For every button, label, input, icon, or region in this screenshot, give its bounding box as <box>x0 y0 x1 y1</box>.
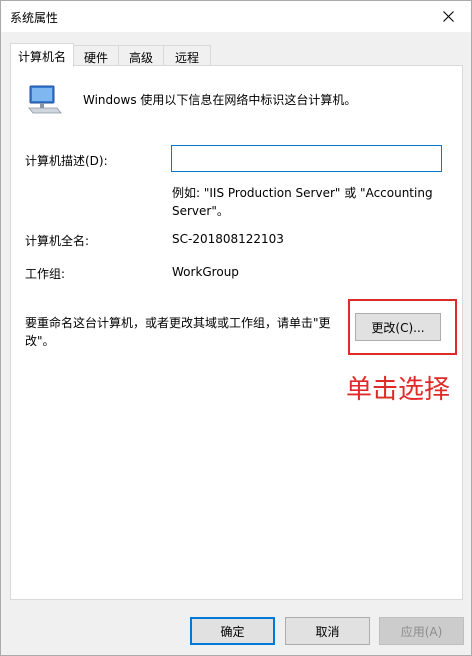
workgroup-label: 工作组: <box>25 267 66 281</box>
example-text-line1: 例如: "IIS Production Server" 或 "Accountin… <box>172 186 433 200</box>
dialog-footer: 确定 取消 应用(A) <box>1 601 471 655</box>
close-button[interactable] <box>425 1 471 32</box>
tab-advanced[interactable]: 高级 <box>118 45 164 66</box>
apply-button[interactable]: 应用(A) <box>379 617 464 645</box>
computer-icon <box>28 85 62 114</box>
cancel-button[interactable]: 取消 <box>285 617 370 645</box>
workgroup-value: WorkGroup <box>172 265 239 279</box>
full-name-value: SC-201808122103 <box>172 232 284 246</box>
computer-description-input[interactable] <box>171 145 442 172</box>
rename-instructions-line1: 要重命名这台计算机，或者更改其域或工作组，请单击"更 <box>25 316 331 330</box>
computer-description-label: 计算机描述(D): <box>25 154 108 168</box>
full-name-label: 计算机全名: <box>25 234 90 248</box>
title-bar: 系统属性 <box>1 1 471 32</box>
tab-remote[interactable]: 远程 <box>163 45 211 66</box>
ok-button[interactable]: 确定 <box>190 617 275 645</box>
annotation-text: 单击选择 <box>346 375 451 405</box>
highlight-box <box>348 299 457 355</box>
rename-instructions-line2: 改"。 <box>25 334 55 348</box>
tab-hardware[interactable]: 硬件 <box>73 45 119 66</box>
system-properties-window: 系统属性 计算机名 硬件 高级 远程 Windows 使用以下信息在网络中标识这… <box>0 0 472 656</box>
close-icon <box>442 11 454 22</box>
intro-text: Windows 使用以下信息在网络中标识这台计算机。 <box>83 93 357 107</box>
window-title: 系统属性 <box>10 11 59 25</box>
example-text-line2: Server"。 <box>172 204 229 218</box>
tab-computer-name[interactable]: 计算机名 <box>10 43 74 67</box>
